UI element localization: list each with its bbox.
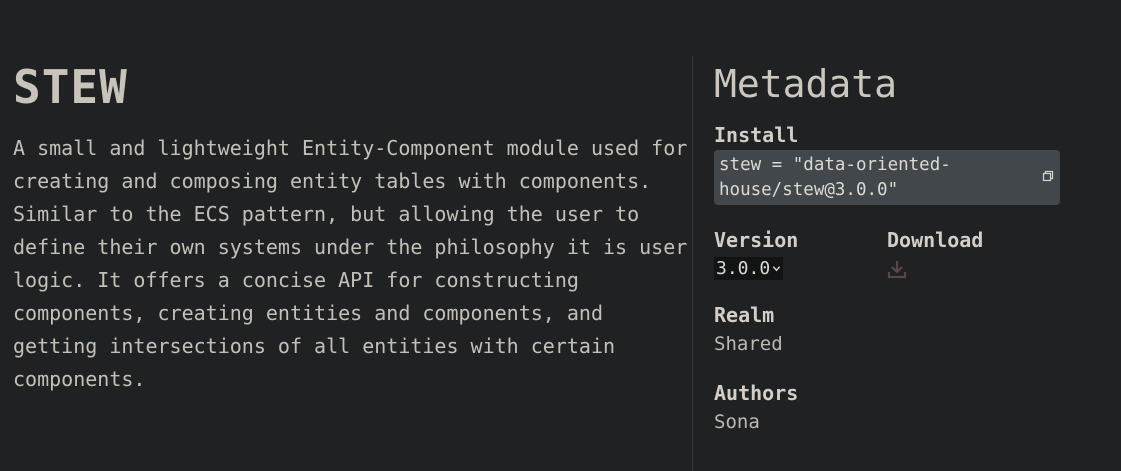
version-download-row: Version 3.0.0 Download	[714, 227, 1074, 280]
download-icon[interactable]	[887, 259, 907, 279]
realm-section: Realm Shared	[714, 302, 1074, 358]
package-description: A small and lightweight Entity-Component…	[13, 136, 688, 391]
metadata-panel: Metadata Install stew = "data-oriented- …	[714, 60, 1074, 436]
install-label: Install	[714, 123, 799, 147]
download-section: Download	[887, 227, 983, 280]
metadata-heading: Metadata	[714, 62, 898, 106]
package-title: STEW	[13, 60, 128, 114]
author-name[interactable]: Sona	[714, 408, 1074, 436]
realm-label: Realm	[714, 303, 775, 327]
version-label: Version	[714, 228, 799, 252]
realm-value: Shared	[714, 333, 783, 355]
version-select[interactable]: 3.0.0	[714, 257, 784, 280]
version-selected-value[interactable]: 3.0.0	[716, 258, 770, 279]
authors-label: Authors	[714, 381, 799, 405]
authors-section: Authors Sona	[714, 380, 1074, 436]
install-command-box[interactable]: stew = "data-oriented- house/stew@3.0.0"	[714, 150, 1060, 205]
chevron-down-icon[interactable]	[772, 264, 781, 273]
version-section: Version 3.0.0	[714, 227, 887, 280]
download-label: Download	[887, 228, 984, 252]
install-command-line-2[interactable]: house/stew@3.0.0"	[719, 178, 1034, 203]
package-overview: STEW A small and lightweight Entity-Comp…	[13, 58, 688, 396]
column-divider	[692, 56, 693, 471]
copy-icon[interactable]	[1042, 170, 1054, 182]
install-command-line-1[interactable]: stew = "data-oriented-	[719, 153, 1034, 178]
install-section: Install stew = "data-oriented- house/ste…	[714, 122, 1074, 205]
